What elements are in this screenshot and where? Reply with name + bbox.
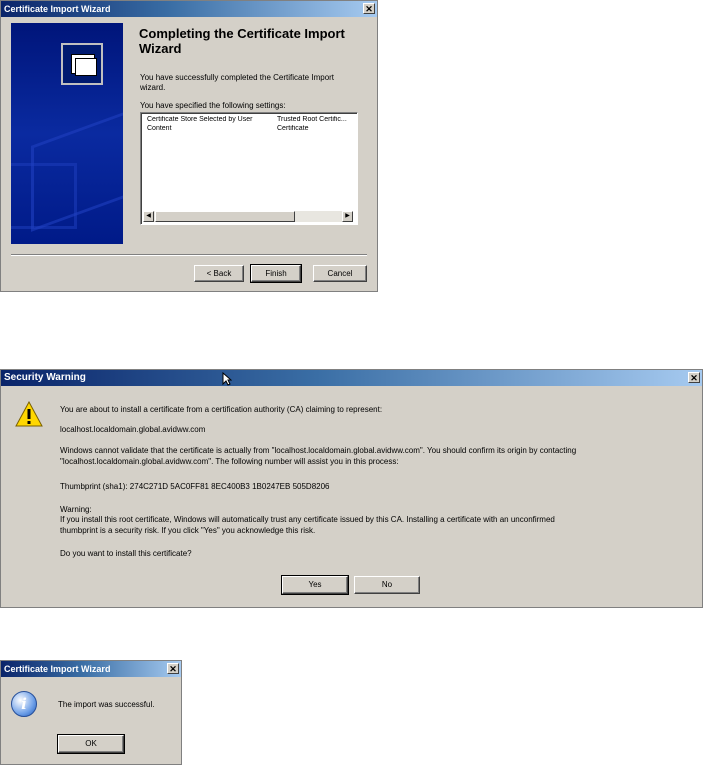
validate-line-1: Windows cannot validate that the certifi… [60,446,577,455]
certificate-icon-paper [75,58,97,76]
success-message: The import was successful. [58,700,155,709]
security-warning-window: Security Warning ✕ You are about to inst… [0,369,703,608]
certificate-icon [61,43,103,85]
security-intro: You are about to install a certificate f… [60,405,383,414]
wizard-side-banner [11,23,123,244]
wizard-separator [11,254,367,256]
back-button[interactable]: < Back [194,265,244,282]
install-question: Do you want to install this certificate? [60,549,192,558]
wizard-titlebar[interactable]: Certificate Import Wizard ✕ [1,1,377,17]
thumbprint: Thumbprint (sha1): 274C271D 5AC0FF81 8EC… [60,482,330,491]
close-icon[interactable]: ✕ [688,372,700,383]
mouse-cursor-icon [222,372,232,386]
scroll-left-icon[interactable]: ◀ [143,211,154,222]
close-icon[interactable]: ✕ [167,663,179,674]
security-titlebar[interactable]: Security Warning ✕ [1,370,702,386]
banner-decoration [11,163,77,229]
scroll-thumb[interactable] [155,211,295,222]
wizard-heading: Completing the Certificate Import Wizard [139,26,345,56]
close-icon[interactable]: ✕ [363,3,375,14]
success-titlebar[interactable]: Certificate Import Wizard ✕ [1,661,181,677]
yes-button[interactable]: Yes [281,575,349,595]
ok-button[interactable]: OK [57,734,125,754]
warning-icon [15,401,43,427]
setting-value: Trusted Root Certific... [277,116,347,123]
info-icon: i [11,691,37,717]
warning-line-2: thumbprint is a security risk. If you cl… [60,526,316,535]
setting-name: Certificate Store Selected by User [147,116,253,123]
finish-button[interactable]: Finish [250,264,302,283]
warning-label: Warning: [60,505,92,514]
wizard-intro: You have successfully completed the Cert… [140,73,335,92]
setting-name: Content [147,125,172,132]
setting-value: Certificate [277,125,309,132]
settings-list[interactable]: Certificate Store Selected by User Trust… [140,112,358,225]
wizard-title: Certificate Import Wizard [4,4,111,14]
no-button[interactable]: No [354,576,420,594]
certificate-import-wizard-window: Certificate Import Wizard ✕ Completing t… [0,0,378,292]
cancel-button[interactable]: Cancel [313,265,367,282]
success-title: Certificate Import Wizard [4,664,111,674]
validate-line-2: "localhost.localdomain.global.avidww.com… [60,457,399,466]
settings-label: You have specified the following setting… [140,101,286,110]
import-success-window: Certificate Import Wizard ✕ i The import… [0,660,182,765]
host-name: localhost.localdomain.global.avidww.com [60,425,206,434]
scroll-right-icon[interactable]: ▶ [342,211,353,222]
security-title: Security Warning [4,372,86,383]
warning-line-1: If you install this root certificate, Wi… [60,515,555,524]
horizontal-scrollbar[interactable]: ◀ ▶ [143,211,353,222]
